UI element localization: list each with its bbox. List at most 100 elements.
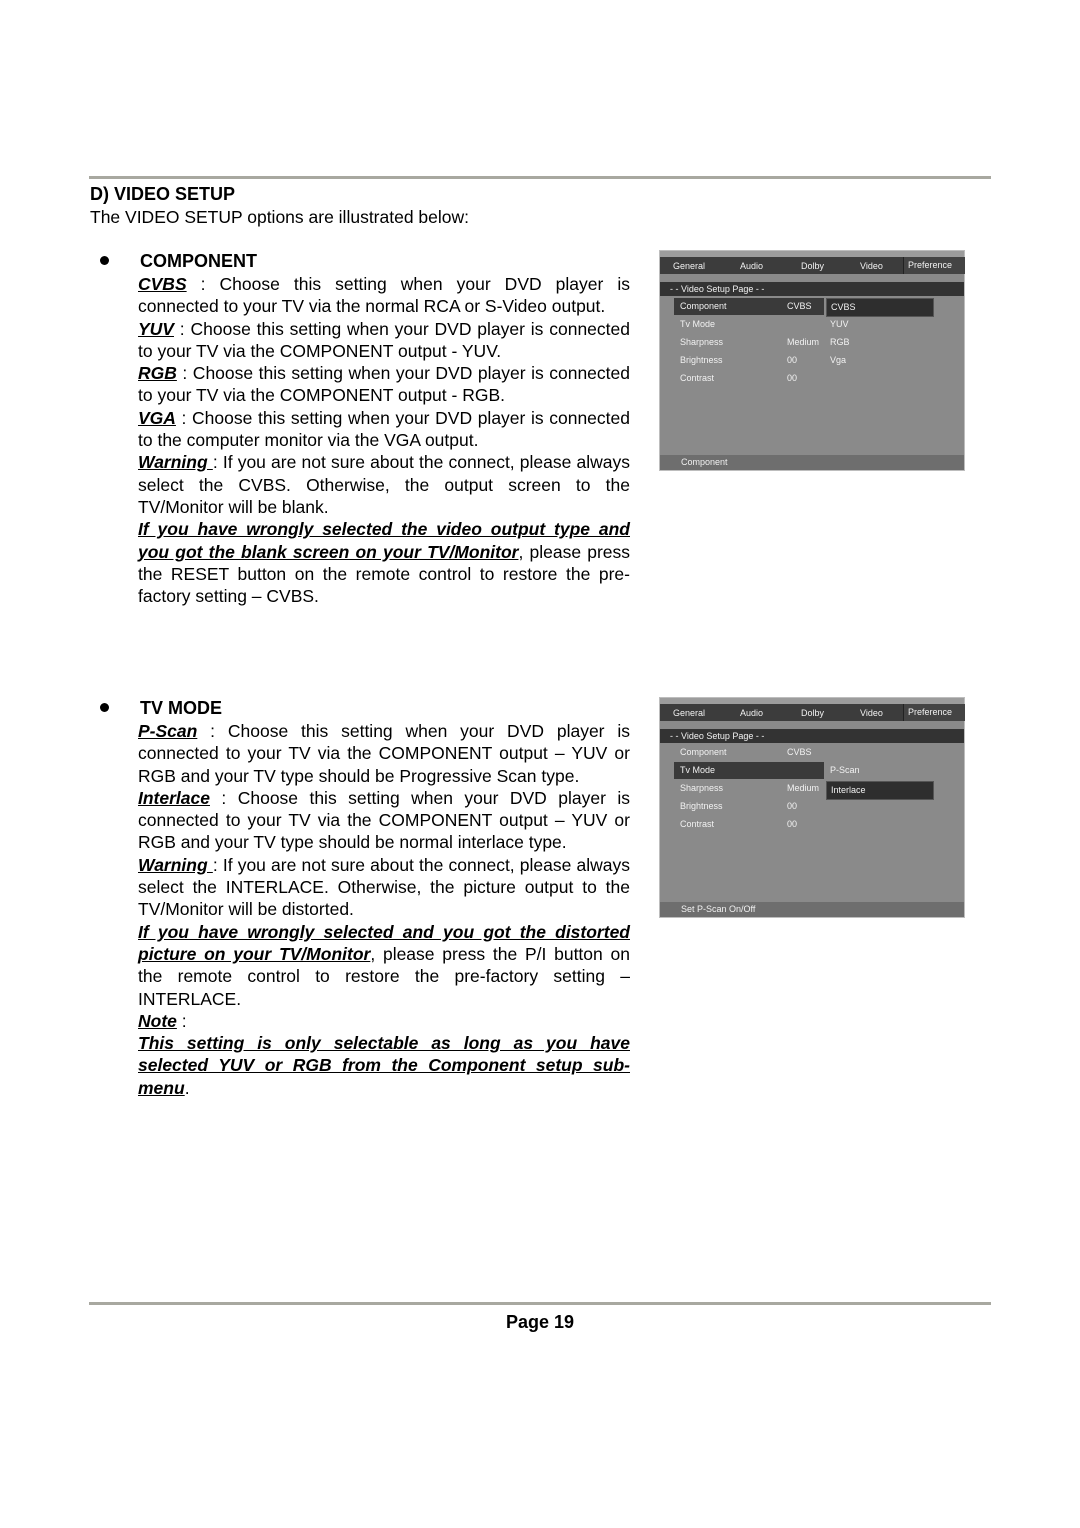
osd-row-tv-mode: Tv Mode xyxy=(674,762,824,779)
component-heading: COMPONENT xyxy=(100,251,257,272)
osd-option-label: Vga xyxy=(830,355,847,365)
term-vga: VGA xyxy=(138,407,176,428)
rgb-text: : Choose this setting when your DVD play… xyxy=(138,363,630,406)
vga-text: : Choose this setting when your DVD play… xyxy=(138,407,630,451)
osd-row-label: Component xyxy=(680,301,727,311)
note-emphasis: This setting is only selectable as long … xyxy=(138,1033,630,1098)
osd-tab-video: Video xyxy=(860,261,883,271)
osd-row-value: 00 xyxy=(787,373,798,383)
yuv-text: : Choose this setting when your DVD play… xyxy=(138,318,630,361)
yuv-paragraph: YUV : Choose this setting when your DVD … xyxy=(138,318,630,363)
osd-option-pscan: P-Scan xyxy=(826,762,932,779)
osd-tab-dolby: Dolby xyxy=(801,708,825,718)
note-end: . xyxy=(184,1077,190,1098)
osd-footer-hint: Component xyxy=(660,455,964,470)
osd-row-value: 00 xyxy=(787,801,798,811)
osd-option-label: P-Scan xyxy=(830,765,860,775)
term-interlace: Interlace xyxy=(138,787,210,808)
cvbs-text: : Choose this setting when your DVD play… xyxy=(138,274,630,317)
osd-tab-audio: Audio xyxy=(740,261,764,271)
note-colon: : xyxy=(176,1010,187,1031)
cvbs-paragraph: CVBS : Choose this setting when your DVD… xyxy=(138,273,630,318)
page-number: Page 19 xyxy=(505,1312,575,1332)
bullet-icon xyxy=(100,255,109,265)
osd-footer-text: Set P-Scan On/Off xyxy=(681,904,756,914)
note-line: Note : xyxy=(138,1010,630,1032)
vga-paragraph: VGA : Choose this setting when your DVD … xyxy=(138,407,630,452)
osd-option-rgb: RGB xyxy=(826,334,932,351)
osd-row-sharpness: Sharpness Medium xyxy=(674,780,824,797)
osd-footer-hint: Set P-Scan On/Off xyxy=(660,902,964,917)
bullet-icon xyxy=(100,702,109,712)
osd-page-title: - - Video Setup Page - - xyxy=(660,729,964,743)
osd-tab-general: General xyxy=(673,708,706,718)
component-heading-text: COMPONENT xyxy=(140,251,257,271)
osd-row-label: Contrast xyxy=(680,819,715,829)
osd-tab-preference: Preference xyxy=(903,257,965,274)
osd-row-brightness: Brightness 00 xyxy=(674,798,824,815)
interlace-text: : Choose this setting when your DVD play… xyxy=(138,787,630,853)
section-intro: The VIDEO SETUP options are illustrated … xyxy=(90,207,470,227)
osd-row-value: Medium xyxy=(787,783,820,793)
term-warning: Warning xyxy=(138,452,213,473)
footer-rule xyxy=(89,1302,991,1305)
osd-row-value: CVBS xyxy=(787,747,812,757)
osd-row-label: Tv Mode xyxy=(680,319,716,329)
osd-tab-dolby: Dolby xyxy=(801,261,825,271)
osd-tab-bar: General Audio Dolby Video Preference xyxy=(660,704,965,721)
osd-row-label: Sharpness xyxy=(680,337,724,347)
osd-screenshot-tv-mode: General Audio Dolby Video Preference - -… xyxy=(659,697,965,918)
osd-tab-bar: General Audio Dolby Video Preference xyxy=(660,257,965,274)
tv-mode-remedy: If you have wrongly selected and you got… xyxy=(138,921,630,1010)
osd-row-label: Contrast xyxy=(680,373,715,383)
note-label: Note xyxy=(138,1010,177,1031)
osd-footer-text: Component xyxy=(681,457,728,467)
interlace-paragraph: Interlace : Choose this setting when you… xyxy=(138,787,630,854)
osd-option-cvbs: CVBS xyxy=(826,298,934,317)
osd-option-label: CVBS xyxy=(831,302,856,312)
osd-row-label: Sharpness xyxy=(680,783,724,793)
note-paragraph: This setting is only selectable as long … xyxy=(138,1032,630,1099)
osd-row-tv-mode: Tv Mode xyxy=(674,316,824,333)
osd-option-label: Interlace xyxy=(831,785,866,795)
osd-page-title: - - Video Setup Page - - xyxy=(660,282,964,296)
osd-option-vga: Vga xyxy=(826,352,932,369)
component-warning: Warning : If you are not sure about the … xyxy=(138,451,630,518)
osd-row-contrast: Contrast 00 xyxy=(674,816,824,833)
term-yuv: YUV xyxy=(138,318,174,339)
pscan-text: : Choose this setting when your DVD play… xyxy=(138,721,630,786)
osd-screenshot-component: General Audio Dolby Video Preference - -… xyxy=(659,250,965,471)
osd-row-component: Component CVBS xyxy=(674,744,824,761)
tv-mode-heading: TV MODE xyxy=(100,698,222,719)
osd-row-brightness: Brightness 00 xyxy=(674,352,824,369)
osd-page-title-text: - - Video Setup Page - - xyxy=(670,731,765,741)
osd-row-value: 00 xyxy=(787,355,798,365)
term-warning: Warning xyxy=(138,854,213,875)
osd-row-value: Medium xyxy=(787,337,820,347)
osd-page-title-text: - - Video Setup Page - - xyxy=(670,284,765,294)
header-rule xyxy=(89,176,991,179)
osd-option-yuv: YUV xyxy=(826,316,932,333)
osd-tab-video: Video xyxy=(860,708,883,718)
osd-row-sharpness: Sharpness Medium xyxy=(674,334,824,351)
tv-mode-body: P-Scan : Choose this setting when your D… xyxy=(138,720,630,1099)
osd-row-label: Brightness xyxy=(680,801,723,811)
pscan-paragraph: P-Scan : Choose this setting when your D… xyxy=(138,720,630,787)
osd-tab-audio: Audio xyxy=(740,708,764,718)
term-rgb: RGB xyxy=(138,363,177,384)
osd-row-value: 00 xyxy=(787,819,798,829)
osd-row-contrast: Contrast 00 xyxy=(674,370,824,387)
osd-tab-preference: Preference xyxy=(903,704,965,721)
osd-option-interlace: Interlace xyxy=(826,781,934,800)
osd-option-label: YUV xyxy=(830,319,849,329)
tv-mode-warning: Warning : If you are not sure about the … xyxy=(138,854,630,921)
component-body: CVBS : Choose this setting when your DVD… xyxy=(138,273,630,607)
osd-row-value: CVBS xyxy=(787,301,812,311)
osd-row-label: Tv Mode xyxy=(680,765,716,775)
osd-row-label: Component xyxy=(680,747,727,757)
rgb-paragraph: RGB : Choose this setting when your DVD … xyxy=(138,362,630,407)
osd-row-component: Component CVBS xyxy=(674,298,824,315)
osd-tab-general: General xyxy=(673,261,706,271)
osd-option-label: RGB xyxy=(830,337,850,347)
component-remedy: If you have wrongly selected the video o… xyxy=(138,518,630,607)
